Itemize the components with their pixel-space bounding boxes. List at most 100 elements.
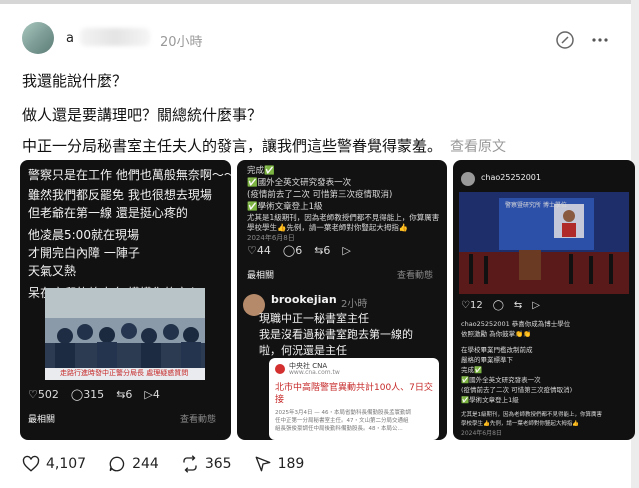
news-card[interactable]: 中央社 CNA www.cna.com.tw 北市中高階警官異動共計100人、7… (269, 358, 439, 440)
comment-icon (109, 456, 125, 472)
p2-comment[interactable]: ◯6 (283, 244, 302, 257)
top-divider (0, 0, 639, 4)
post-card: a 20小時 我還能說什麼？ 做人還是要講理吧？關總統什麼事？ 中正一分局秘書室… (0, 0, 639, 488)
p1-line-6: 天氣又熱 (28, 264, 77, 278)
image-3[interactable]: chao25252001 警察暨研究所 博士學位 ♡12 ◯ ⇆ ▷ chao2… (453, 160, 635, 440)
p3-stats: ♡12 ◯ ⇆ ▷ (461, 300, 540, 311)
edit-icon[interactable] (555, 30, 575, 50)
avatar[interactable] (22, 22, 54, 54)
reply-username[interactable]: brookejian (271, 293, 337, 306)
translate-link[interactable]: 查看原文 (450, 139, 506, 155)
p3-line-12: 學校學生👍先例，請一葉老師對你豎起大拇指👍 (461, 421, 580, 427)
p2-comment-count: 6 (295, 244, 303, 257)
p1-view-activity[interactable]: 查看動態 (180, 412, 216, 425)
p2-line-1: 完成✅ (247, 166, 275, 176)
post-line-3: 中正一分局秘書室主任夫人的發言，讓我們這些警眷覺得蒙羞。 查看原文 (22, 135, 506, 156)
p2-line-4: ✅學術文章登上1級 (247, 202, 323, 212)
comment-icon: ◯ (282, 244, 296, 257)
username[interactable]: a (66, 31, 74, 46)
send-icon (255, 456, 270, 472)
news-body-2: 任中正第一分局秘書室主任。47・文山第二分局交通組 (275, 418, 409, 424)
p1-line-2: 雖然我們都反罷免 我也很想去現場 (28, 188, 212, 202)
heart-icon: ♡ (28, 388, 38, 401)
p2-related[interactable]: 最相關 (247, 268, 274, 281)
p1-line-3: 但老爺在第一線 還是挺心疼的 (28, 206, 188, 220)
comment-count: 244 (132, 456, 159, 472)
p1-related[interactable]: 最相關 (28, 412, 55, 425)
p1-line-4: 他凌晨5:00就在現場 (28, 228, 139, 242)
p2-line-7: 2024年6月8日 (247, 234, 295, 242)
news-title-2[interactable]: 接 (275, 392, 284, 405)
p2-share[interactable]: ▷ (342, 244, 350, 257)
comment-icon: ◯ (70, 388, 84, 401)
news-body-3: 組長張俊豪調任中局後勤科備勤股長。48・本局公... (275, 426, 403, 432)
reply-time: 2小時 (341, 299, 368, 310)
more-icon[interactable] (590, 30, 610, 50)
username-blur (80, 28, 150, 46)
p3-line-4: 在學校畢業門檻改制前成 (461, 346, 533, 354)
news-body-1: 2025年3月4日 — 46・本局省動科長備勤股長孟寰勤調 (275, 410, 411, 416)
p3-stage-text: 警察暨研究所 博士學位 (505, 202, 567, 209)
p3-like[interactable]: ♡12 (461, 300, 483, 311)
p2-stats: ♡44 ◯6 ⇆6 ▷ (247, 244, 351, 257)
p3-repost[interactable]: ⇆ (514, 300, 522, 311)
reply-line-2: 我是沒看過秘書室跑去第一線的 (259, 328, 413, 341)
p1-comment[interactable]: ◯315 (71, 388, 104, 401)
repost-icon: ⇆ (513, 300, 523, 311)
share-button[interactable]: 189 (254, 455, 305, 473)
p3-username[interactable]: chao25252001 (481, 173, 541, 182)
post-actions: 4,107 244 365 189 (22, 455, 304, 473)
send-icon: ▷ (532, 300, 540, 311)
share-count: 189 (277, 456, 305, 472)
p2-line-6: 學校學生👍先例，請一葉老師對你豎起大拇指👍 (247, 223, 409, 232)
image-1[interactable]: 警察只是在工作 他們也萬般無奈啊～～ 雖然我們都反罷免 我也很想去現場 但老爺在… (20, 160, 231, 440)
post-time: 20小時 (160, 35, 203, 50)
p1-repost[interactable]: ⇆6 (116, 388, 132, 401)
news-domain: www.cna.com.tw (289, 369, 340, 376)
news-title-1[interactable]: 北市中高階警官異動共計100人、7日交 (275, 380, 433, 393)
p3-line-9: ✅學術文章登上1級 (461, 396, 519, 404)
p1-line-1: 警察只是在工作 他們也萬般無奈啊～～ (28, 168, 231, 182)
p2-view-activity[interactable]: 查看動態 (397, 268, 433, 281)
p3-line-6: 完成✅ (461, 366, 483, 374)
p2-line-2: ✅國外全英文研究發表一次 (247, 178, 352, 188)
post-line-3-text: 中正一分局秘書室主任夫人的發言，讓我們這些警眷覺得蒙羞。 (22, 137, 443, 155)
p1-stats: ♡502 ◯315 ⇆6 ▷4 (28, 388, 160, 401)
p3-line-5: 嚴格的畢業標準下 (461, 356, 513, 364)
p2-line-3: (疫情前去了二次 可惜第三次疫情取消) (247, 190, 393, 200)
heart-icon: ♡ (247, 244, 257, 257)
image-2[interactable]: 完成✅ ✅國外全英文研究發表一次 (疫情前去了二次 可惜第三次疫情取消) ✅學術… (237, 160, 447, 440)
comment-icon: ◯ (492, 300, 504, 311)
p3-like-count: 12 (469, 300, 483, 311)
p3-comment[interactable]: ◯ (493, 300, 504, 311)
p1-comment-count: 315 (83, 388, 105, 401)
heart-icon (22, 455, 40, 472)
p1-repost-count: 6 (125, 388, 133, 401)
comment-button[interactable]: 244 (108, 455, 159, 473)
like-button[interactable]: 4,107 (22, 455, 86, 473)
reply-line-3: 啦，何況還是主任 (259, 344, 347, 357)
repost-count: 365 (204, 456, 232, 472)
like-count: 4,107 (46, 456, 87, 472)
repost-icon (183, 455, 197, 473)
p3-line-2: 依照激勵 為你鼓掌👏👏 (461, 330, 532, 338)
p1-line-5: 才開完白內障 一陣子 (28, 246, 140, 260)
photo-caption: 走路行進時發中正警分局長 處理疑惑質問 (60, 369, 189, 377)
post-line-2: 做人還是要講理吧？關總統什麼事？ (22, 106, 263, 124)
p3-avatar[interactable] (461, 172, 475, 186)
p1-like[interactable]: ♡502 (28, 388, 59, 401)
p2-repost[interactable]: ⇆6 (314, 244, 330, 257)
heart-icon: ♡ (461, 300, 470, 311)
send-icon: ▷ (342, 244, 351, 257)
repost-button[interactable]: 365 (181, 455, 232, 473)
p3-share[interactable]: ▷ (532, 300, 540, 311)
p1-share-count: 4 (152, 388, 160, 401)
police-photo (45, 288, 205, 380)
p2-like-count: 44 (256, 244, 271, 257)
p1-share[interactable]: ▷4 (144, 388, 159, 401)
p3-line-11: 尤其是1級期刊，因為老師教授們都不見得能上，你算厲害 (461, 412, 603, 418)
reply-line-1: 現職中正一秘書室主任 (259, 312, 369, 325)
p1-like-count: 502 (37, 388, 59, 401)
p2-like[interactable]: ♡44 (247, 244, 271, 257)
post-line-1: 我還能說什麼？ (22, 72, 128, 90)
